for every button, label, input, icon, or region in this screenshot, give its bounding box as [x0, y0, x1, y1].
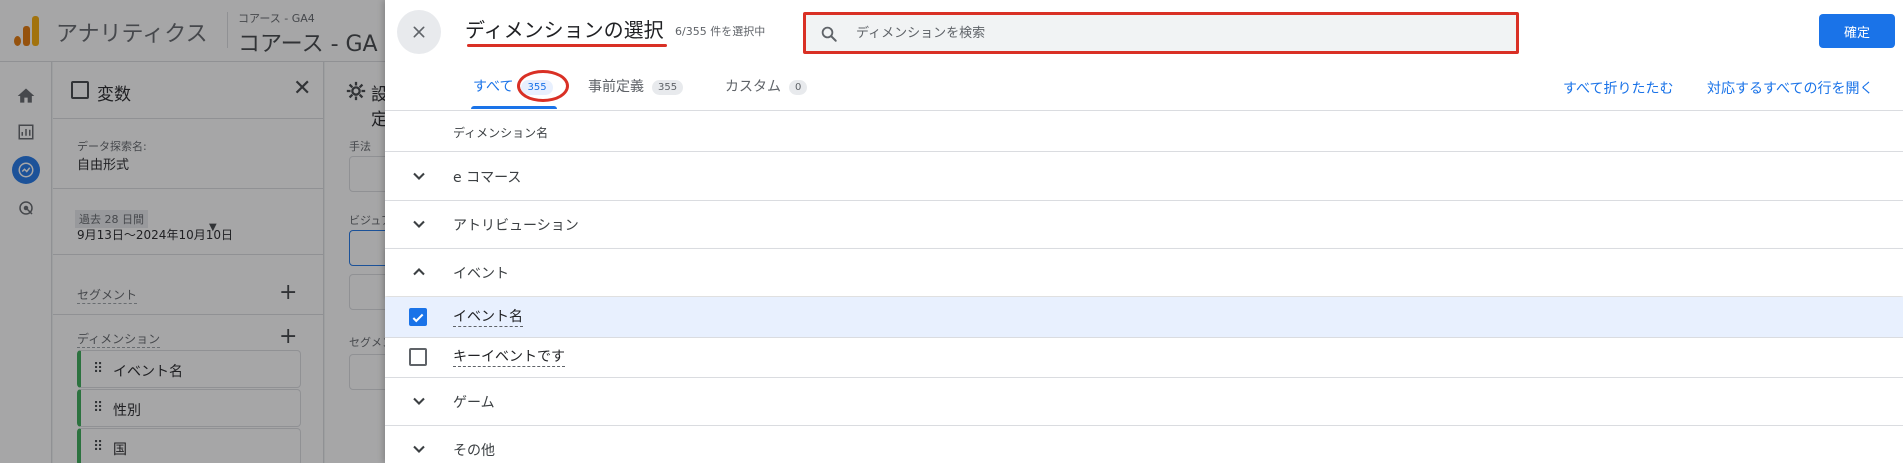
- confirm-button[interactable]: 確定: [1819, 14, 1895, 48]
- collapse-all-button[interactable]: すべて折りたたむ: [1563, 78, 1673, 98]
- group-row-game[interactable]: ゲーム: [385, 377, 1903, 425]
- expand-matching-rows-button[interactable]: 対応するすべての行を開く: [1707, 78, 1873, 98]
- group-row-other[interactable]: その他: [385, 425, 1903, 463]
- tab-predefined[interactable]: 事前定義 355: [588, 76, 684, 110]
- close-icon: [413, 26, 425, 38]
- group-row-attribution[interactable]: アトリビューション: [385, 200, 1903, 248]
- tab-custom[interactable]: カスタム 0: [725, 76, 808, 110]
- divider: [385, 110, 1903, 111]
- chevron-up-icon: [413, 268, 425, 276]
- search-input[interactable]: [856, 21, 1496, 45]
- chevron-down-icon: [413, 445, 425, 453]
- badge-annotation-circle: [517, 70, 569, 102]
- search-box[interactable]: [803, 12, 1519, 54]
- group-row-ecommerce[interactable]: e コマース: [385, 152, 1903, 200]
- chevron-down-icon: [413, 172, 425, 180]
- selected-count: 6/355 件を選択中: [675, 25, 766, 38]
- close-button[interactable]: [397, 10, 441, 54]
- group-row-event[interactable]: イベント: [385, 248, 1903, 296]
- active-tab-indicator: [471, 106, 557, 109]
- tab-count-badge: 355: [652, 80, 684, 95]
- dimension-item-key-event[interactable]: キーイベントです: [385, 337, 1903, 377]
- chevron-down-icon: [413, 220, 425, 228]
- search-icon: [821, 26, 837, 42]
- check-icon: [412, 313, 424, 323]
- title-annotation-underline: [467, 44, 667, 47]
- tab-count-badge: 0: [789, 80, 808, 95]
- chevron-down-icon: [413, 397, 425, 405]
- column-header: ディメンション名: [453, 126, 549, 140]
- dimension-select-dialog: ディメンションの選択 6/355 件を選択中 確定 すべて355 事前定義355…: [385, 0, 1903, 463]
- dimension-item-event-name[interactable]: イベント名: [385, 297, 1903, 337]
- dialog-title: ディメンションの選択: [465, 18, 664, 42]
- checkbox[interactable]: [409, 308, 427, 326]
- modal-scrim[interactable]: [0, 0, 385, 463]
- checkbox[interactable]: [409, 348, 427, 366]
